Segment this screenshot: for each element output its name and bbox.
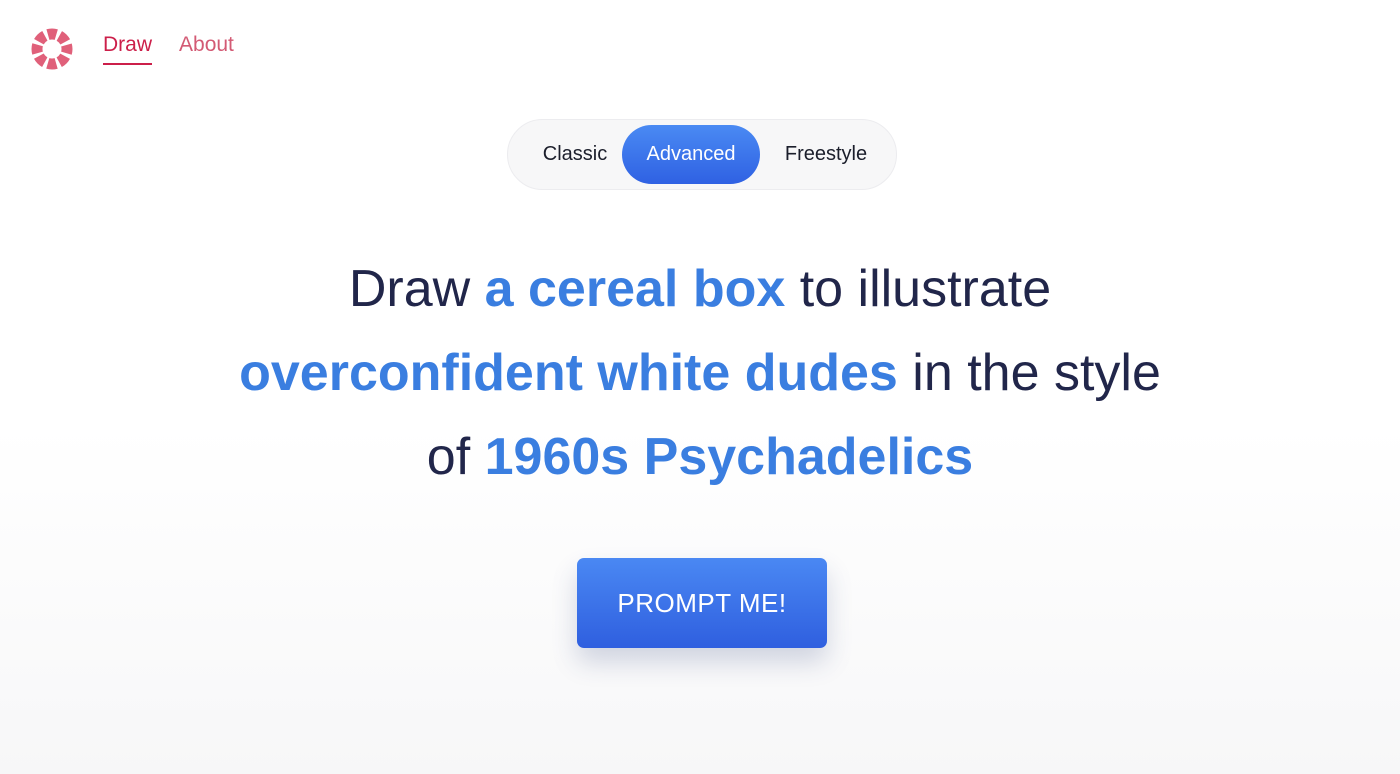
prompt-text: in the style (897, 344, 1161, 402)
nav-about-link[interactable]: About (179, 31, 234, 65)
prompt-text: to illustrate (785, 260, 1052, 318)
mode-tab-freestyle[interactable]: Freestyle (766, 125, 886, 184)
mode-switch: Classic Advanced Freestyle (507, 119, 897, 190)
prompt-text: Draw (348, 260, 485, 318)
prompt-subject: a cereal box (484, 260, 786, 318)
mode-tab-classic[interactable]: Classic (522, 125, 628, 184)
prompt-line-1: Draw a cereal box to illustrate (0, 247, 1400, 331)
prompt-theme: overconfident white dudes (239, 344, 898, 402)
prompt-me-button[interactable]: PROMPT ME! (577, 558, 827, 648)
prompt-line-2: overconfident white dudes in the style (0, 331, 1400, 415)
nav-draw-link[interactable]: Draw (103, 31, 153, 65)
prompt-text: of (426, 428, 485, 486)
mode-tab-advanced[interactable]: Advanced (622, 125, 760, 184)
main-nav: Draw About (103, 31, 234, 65)
prompt-line-3: of 1960s Psychadelics (0, 415, 1400, 499)
prompt-headline: Draw a cereal box to illustrate overconf… (0, 247, 1400, 499)
prompt-style: 1960s Psychadelics (484, 428, 974, 486)
lifebuoy-icon[interactable] (31, 28, 73, 70)
